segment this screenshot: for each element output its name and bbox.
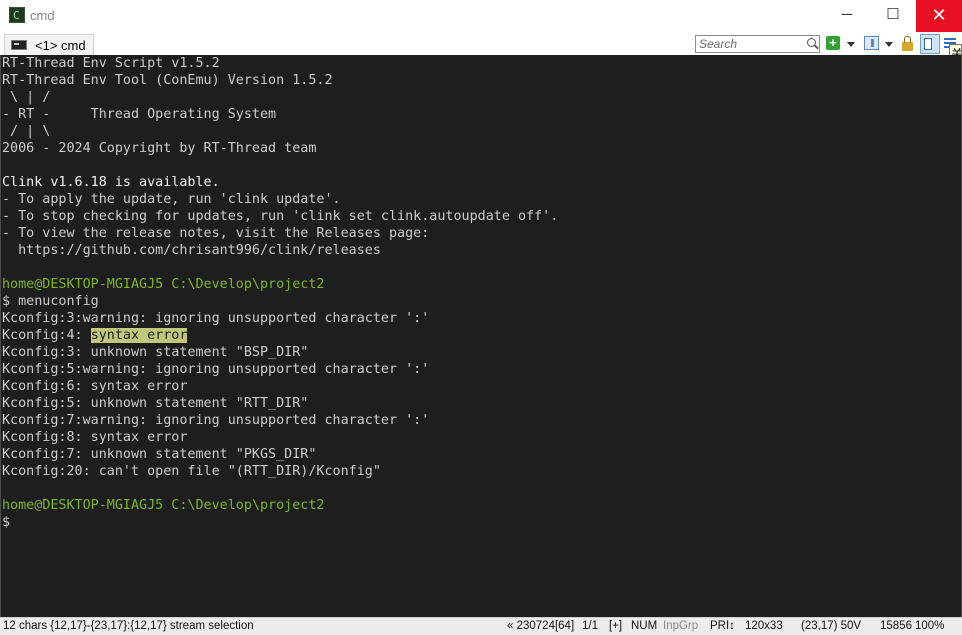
console-line: - To apply the update, run 'clink update… <box>2 191 558 208</box>
input-group-status[interactable]: InpGrp <box>663 620 698 632</box>
console-text: Kconfig:5:warning: ignoring unsupported … <box>2 362 430 377</box>
zoom-status[interactable]: 100% <box>915 620 944 632</box>
console-text: Kconfig:6: syntax error <box>2 379 188 394</box>
search-input[interactable]: Search <box>695 35 820 53</box>
console-line: $ <box>2 514 558 531</box>
console-line: / | \ <box>2 123 558 140</box>
prompt-symbol: $ <box>2 515 11 530</box>
console-text: Kconfig:20: can't open file "(RTT_DIR)/K… <box>2 464 381 479</box>
console-text: RT-Thread Env Script v1.5.2 <box>2 56 220 71</box>
console-line: Clink v1.6.18 is available. <box>2 174 558 191</box>
plus-status[interactable]: [+] <box>609 620 622 632</box>
console-text: Kconfig:3:warning: ignoring unsupported … <box>2 311 430 326</box>
console-line: Kconfig:7: unknown statement "PKGS_DIR" <box>2 446 558 463</box>
console-text: Kconfig:3: unknown statement "BSP_DIR" <box>2 345 309 360</box>
new-console-dropdown-icon[interactable] <box>847 42 855 47</box>
console-line: Kconfig:20: can't open file "(RTT_DIR)/K… <box>2 463 558 480</box>
console-line: Kconfig:5: unknown statement "RTT_DIR" <box>2 395 558 412</box>
num-lock-status[interactable]: NUM <box>631 620 657 632</box>
console-text: - To apply the update, run 'clink update… <box>2 192 341 207</box>
console-line: Kconfig:3:warning: ignoring unsupported … <box>2 310 558 327</box>
selected-text: syntax error <box>90 328 188 343</box>
console-text: home@DESKTOP-MGIAGJ5 <box>2 277 164 292</box>
console-line: Kconfig:7:warning: ignoring unsupported … <box>2 412 558 429</box>
minimize-button[interactable]: ─ <box>824 0 870 32</box>
console-size-status[interactable]: 120x33 <box>745 620 783 632</box>
console-line: RT-Thread Env Tool (ConEmu) Version 1.5.… <box>2 72 558 89</box>
maximize-button[interactable]: ☐ <box>870 0 916 32</box>
prompt-symbol: $ <box>2 294 11 309</box>
console-line: Kconfig:4: syntax error <box>2 327 558 344</box>
console-line: Kconfig:3: unknown statement "BSP_DIR" <box>2 344 558 361</box>
console-line: - To view the release notes, visit the R… <box>2 225 558 242</box>
lock-icon[interactable] <box>902 36 913 51</box>
console-output: RT-Thread Env Script v1.5.2 RT-Thread Env… <box>2 55 558 531</box>
new-console-button[interactable]: + <box>826 36 840 50</box>
console-text: menuconfig <box>10 294 99 309</box>
console-line: \ | / <box>2 89 558 106</box>
search-icon[interactable] <box>807 38 816 47</box>
tab-label: <1> cmd <box>35 37 86 53</box>
priority-status[interactable]: PRI↕ <box>710 620 735 632</box>
console-line: Kconfig:6: syntax error <box>2 378 558 395</box>
console-area[interactable]: RT-Thread Env Script v1.5.2 RT-Thread Env… <box>0 55 962 617</box>
console-text: https://github.com/chrisant996/clink/rel… <box>2 243 381 258</box>
console-line: https://github.com/chrisant996/clink/rel… <box>2 242 558 259</box>
console-text: C:\Develop\project2 <box>163 277 325 292</box>
console-text: - RT - Thread Operating System <box>2 107 277 122</box>
console-text: - To stop checking for updates, run 'cli… <box>2 209 559 224</box>
title-bar[interactable]: C cmd ─ ☐ ✕ <box>0 0 962 32</box>
console-line: RT-Thread Env Script v1.5.2 <box>2 55 558 72</box>
split-panes-dropdown-icon[interactable] <box>885 42 893 47</box>
cursor-status[interactable]: (23,17) 50V <box>801 620 861 632</box>
console-line: home@DESKTOP-MGIAGJ5 C:\Develop\project2 <box>2 497 558 514</box>
console-text: RT-Thread Env Tool (ConEmu) Version 1.5.… <box>2 73 333 88</box>
view-toggle-icon[interactable] <box>920 34 940 54</box>
close-button[interactable]: ✕ <box>916 0 962 32</box>
window-title: cmd <box>30 8 55 23</box>
console-line: - RT - Thread Operating System <box>2 106 558 123</box>
tab-cmd[interactable]: <1> cmd <box>4 34 94 55</box>
pid-status[interactable]: 15856 <box>880 620 912 632</box>
console-text: / | \ <box>2 124 51 139</box>
console-line: - To stop checking for updates, run 'cli… <box>2 208 558 225</box>
console-line: Kconfig:8: syntax error <box>2 429 558 446</box>
page-status[interactable]: 1/1 <box>582 620 598 632</box>
console-text: - To view the release notes, visit the R… <box>2 226 430 241</box>
selection-status: 12 chars {12,17}-{23,17}:{12,17} stream … <box>3 620 254 632</box>
search-placeholder: Search <box>699 37 738 51</box>
process-status[interactable]: « 230724[64] <box>507 620 574 632</box>
split-panes-icon[interactable] <box>864 36 879 50</box>
console-text: Clink v1.6.18 is available. <box>2 175 220 190</box>
console-text: Kconfig:4: <box>2 328 91 343</box>
status-bar: 12 chars {12,17}-{23,17}:{12,17} stream … <box>0 617 962 635</box>
console-line: 2006 - 2024 Copyright by RT-Thread team <box>2 140 558 157</box>
console-text: home@DESKTOP-MGIAGJ5 <box>2 498 164 513</box>
console-text: \ | / <box>2 90 51 105</box>
console-text: Kconfig:5: unknown statement "RTT_DIR" <box>2 396 309 411</box>
console-text: C:\Develop\project2 <box>163 498 325 513</box>
console-line: home@DESKTOP-MGIAGJ5 C:\Develop\project2 <box>2 276 558 293</box>
console-line: Kconfig:5:warning: ignoring unsupported … <box>2 361 558 378</box>
console-text: 2006 - 2024 Copyright by RT-Thread team <box>2 141 317 156</box>
console-line: $ menuconfig <box>2 293 558 310</box>
console-text: Kconfig:8: syntax error <box>2 430 188 445</box>
conemu-app-icon[interactable]: C <box>9 7 25 23</box>
console-text: Kconfig:7:warning: ignoring unsupported … <box>2 413 430 428</box>
console-icon <box>11 40 27 50</box>
console-text: Kconfig:7: unknown statement "PKGS_DIR" <box>2 447 317 462</box>
